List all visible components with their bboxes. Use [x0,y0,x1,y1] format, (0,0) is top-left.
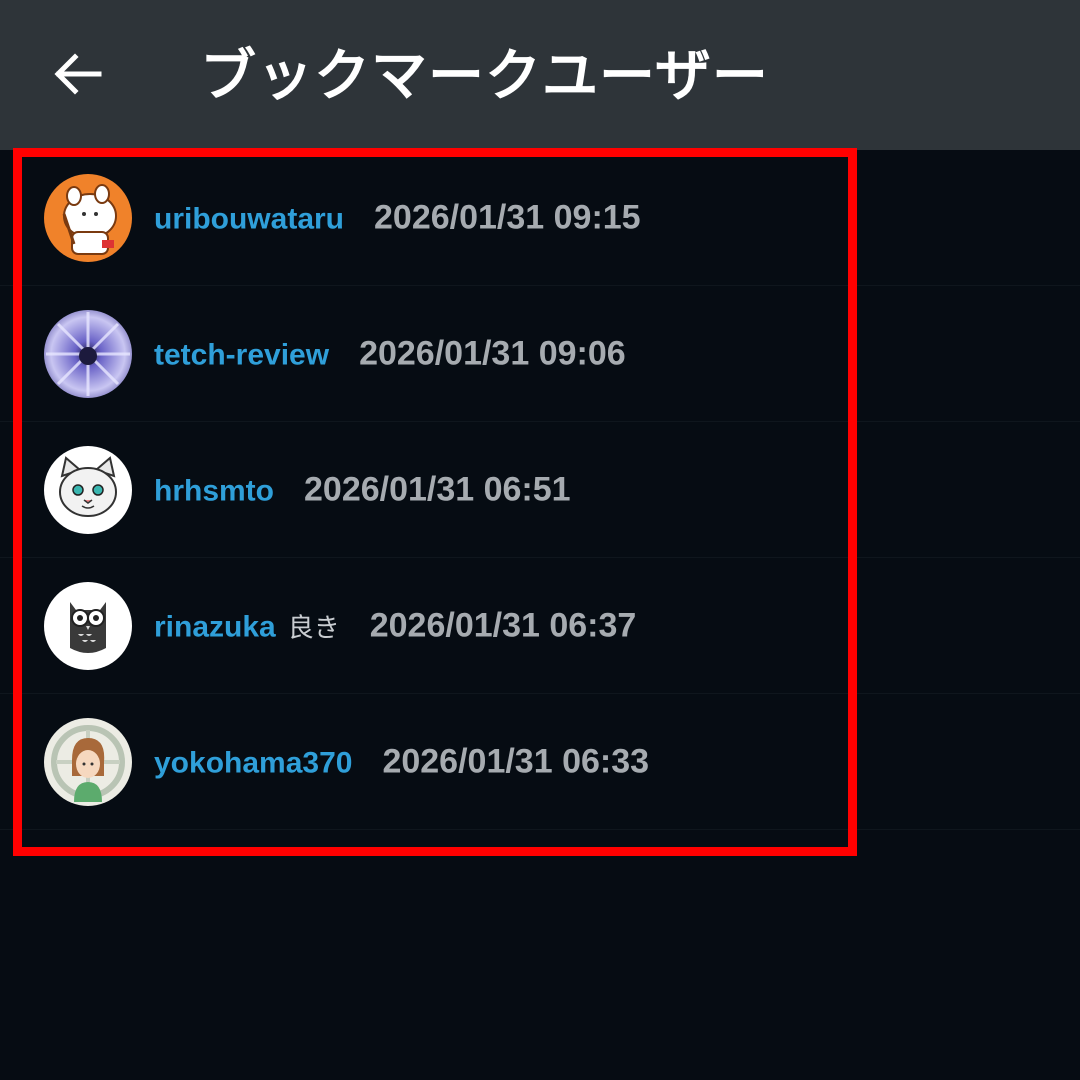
cartoon-boar-avatar[interactable] [44,173,132,262]
bookmark-users-screen: ブックマークユーザー uribouwataru 2026/01/31 09:15… [0,0,1080,1080]
bookmark-comment: 良き [287,613,340,643]
bookmark-timestamp: 2026/01/31 09:15 [374,198,641,236]
list-item[interactable]: uribouwataru 2026/01/31 09:15 [0,150,1080,286]
page-title: ブックマークユーザー [200,44,769,109]
back-button[interactable] [46,44,110,104]
list-item-text: tetch-review 2026/01/31 09:06 [154,334,626,373]
purple-flower-avatar[interactable] [44,309,132,398]
bookmark-timestamp: 2026/01/31 09:06 [359,334,626,372]
bookmark-timestamp: 2026/01/31 06:51 [304,470,571,508]
bookmark-timestamp: 2026/01/31 06:37 [369,606,637,644]
list-item[interactable]: yokohama370 2026/01/31 06:33 [0,694,1080,830]
list-item-text: rinazuka 良き 2026/01/31 06:37 [154,606,636,645]
list-item-text: uribouwataru 2026/01/31 09:15 [154,198,641,237]
list-item[interactable]: rinazuka 良き 2026/01/31 06:37 [0,558,1080,694]
list-item-text: hrhsmto 2026/01/31 06:51 [154,470,571,509]
owl-avatar[interactable] [44,581,132,670]
list-item[interactable]: tetch-review 2026/01/31 09:06 [0,286,1080,422]
arrow-left-icon [54,53,102,95]
girl-portrait-avatar[interactable] [44,717,132,806]
username-link[interactable]: hrhsmto [154,474,274,508]
white-cat-avatar[interactable] [44,445,132,534]
app-header: ブックマークユーザー [0,0,1080,150]
list-item-text: yokohama370 2026/01/31 06:33 [154,742,649,781]
username-link[interactable]: rinazuka [154,610,276,644]
username-link[interactable]: tetch-review [154,338,329,372]
list-item[interactable]: hrhsmto 2026/01/31 06:51 [0,422,1080,558]
username-link[interactable]: uribouwataru [154,202,344,236]
bookmark-user-list: uribouwataru 2026/01/31 09:15 tetch-revi… [0,150,1080,830]
username-link[interactable]: yokohama370 [154,746,352,780]
bookmark-timestamp: 2026/01/31 06:33 [382,742,650,780]
